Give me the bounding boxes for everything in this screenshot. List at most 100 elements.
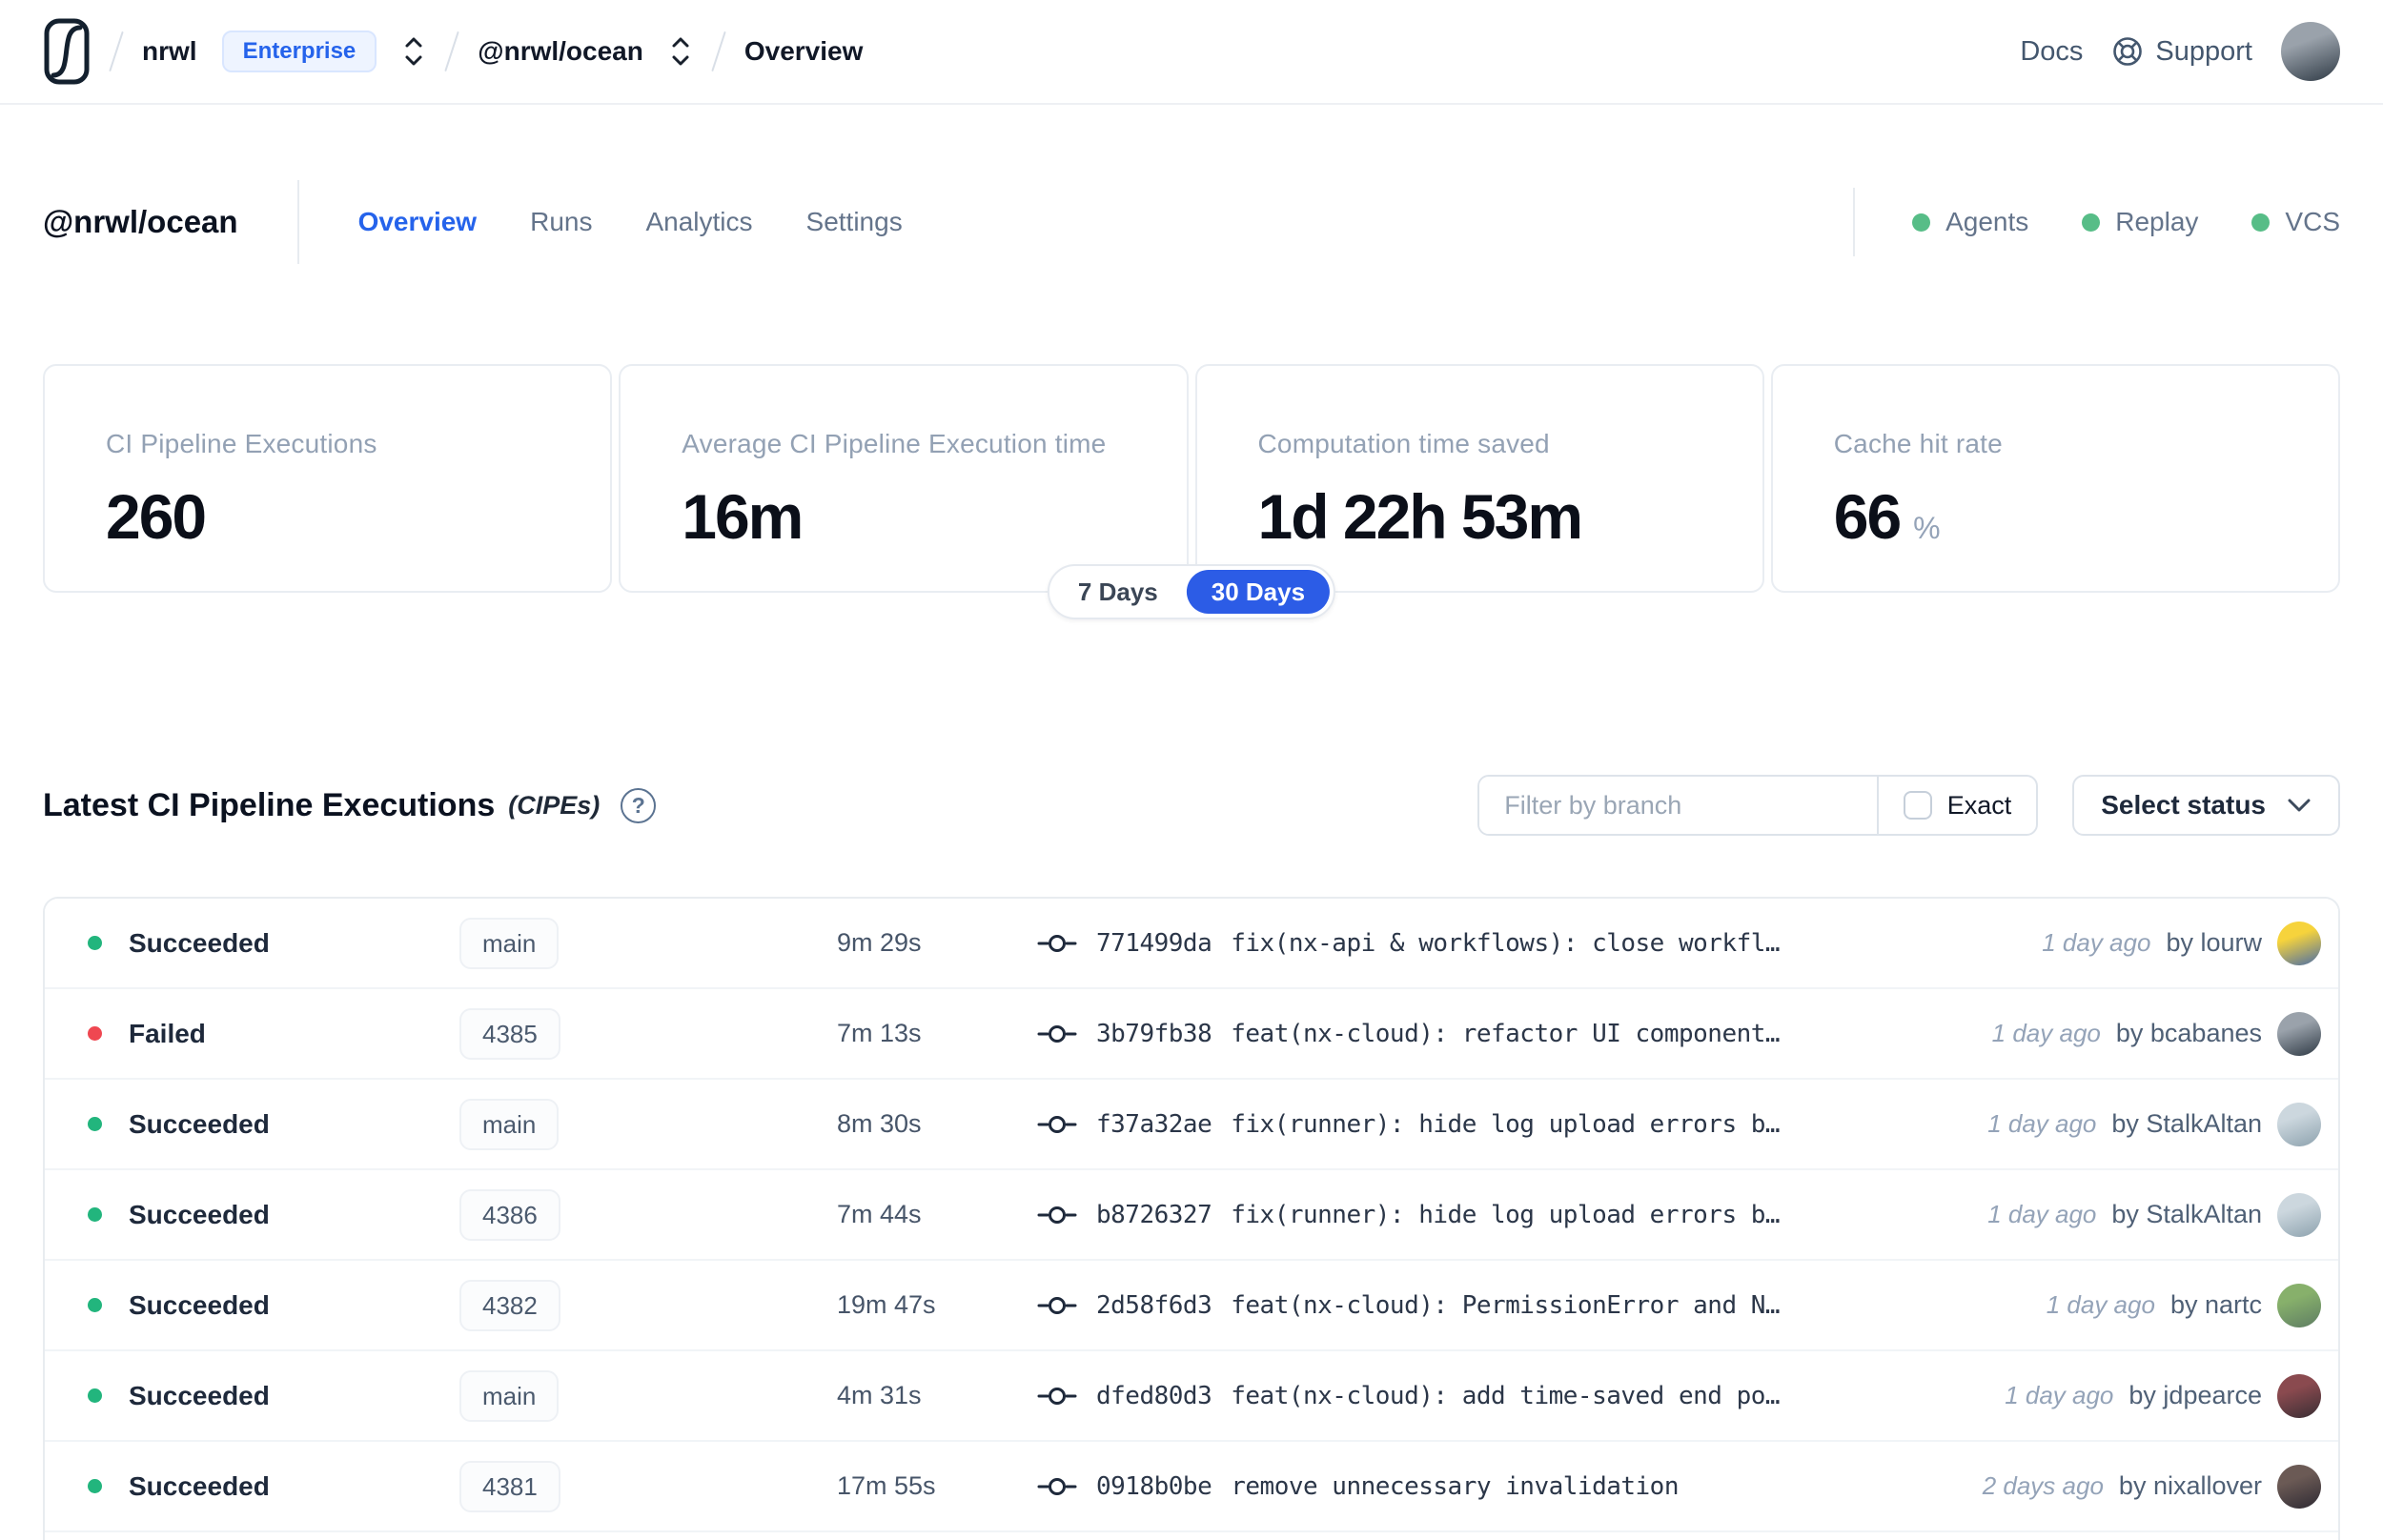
workspace-tabs: Overview Runs Analytics Settings (358, 207, 903, 237)
commit-hash: b8726327 (1096, 1200, 1212, 1229)
branch-filter-group: Exact (1477, 775, 2039, 836)
range-option[interactable]: 30 Days (1186, 569, 1331, 615)
cipe-row[interactable]: Succeeded main 8m 30s f37a32ae fix(runne… (45, 1080, 2338, 1170)
duration-cell: 8m 30s (837, 1109, 922, 1138)
tab[interactable]: Analytics (645, 207, 752, 237)
exact-filter: Exact (1876, 777, 2037, 834)
user-avatar[interactable] (2281, 22, 2340, 81)
docs-link[interactable]: Docs (2020, 36, 2083, 68)
commit-cell: 0918b0be remove unnecessary invalidation (1037, 1472, 1983, 1501)
chevron-up-down-icon (668, 34, 693, 69)
time-ago: 1 day ago (2005, 1381, 2114, 1409)
workspace-title: @nrwl/ocean (43, 204, 238, 239)
meta-cell: 1 day ago by StalkAltan (1987, 1102, 2321, 1146)
branch-cell: main (459, 1098, 837, 1150)
duration-cell: 4m 31s (837, 1381, 922, 1409)
git-commit-icon (1037, 1022, 1077, 1046)
status-text: Succeeded (129, 1380, 270, 1410)
workspace-header: @nrwl/ocean Overview Runs Analytics Setting… (43, 176, 2340, 268)
indicator-replay[interactable]: Replay (2082, 207, 2198, 237)
stat-label: Computation time saved (1257, 429, 1550, 458)
indicator-vcs[interactable]: VCS (2251, 207, 2340, 237)
time-ago: 1 day ago (1991, 1019, 2101, 1047)
cipe-row[interactable]: Succeeded 4386 7m 44s b8726327 fix(runne… (45, 1170, 2338, 1261)
author: by lourw (2166, 928, 2262, 957)
help-icon[interactable]: ? (621, 787, 657, 823)
author: by StalkAltan (2111, 1109, 2262, 1138)
cipe-row[interactable]: Succeeded main 4m 31s dfed80d3 feat(nx-c… (45, 1351, 2338, 1442)
status-text: Failed (129, 1018, 206, 1048)
meta-cell: 1 day ago by lourw (2042, 921, 2321, 965)
stat-number: 66 (1833, 481, 1902, 552)
meta-cell: 1 day ago by StalkAltan (1987, 1192, 2321, 1237)
stat-suffix: % (1913, 511, 1941, 545)
topbar-actions: Docs Support (2020, 22, 2340, 81)
indicator-label: VCS (2285, 207, 2340, 236)
support-link[interactable]: Support (2111, 35, 2252, 68)
commit-cell: dfed80d3 feat(nx-cloud): add time-saved … (1037, 1382, 2005, 1410)
stats-cards: CI Pipeline Executions 260 Average CI Pi… (43, 364, 2340, 593)
exact-checkbox[interactable] (1903, 791, 1932, 820)
tab[interactable]: Runs (530, 207, 592, 237)
author-avatar (2277, 1373, 2321, 1418)
duration-cell: 7m 13s (837, 1019, 922, 1047)
author: by jdpearce (2128, 1381, 2262, 1409)
status-cell: Succeeded (88, 1109, 459, 1140)
commit-hash: 3b79fb38 (1096, 1019, 1212, 1048)
org-selector[interactable] (401, 34, 426, 69)
commit-hash: f37a32ae (1096, 1109, 1212, 1139)
cipe-row[interactable]: Succeeded main 9m 29s 771499da fix(nx-ap… (45, 899, 2338, 989)
status-cell: Succeeded (88, 1381, 459, 1411)
green-status-dot (2251, 213, 2271, 232)
stat-label: CI Pipeline Executions (106, 429, 377, 458)
workspace-selector[interactable] (668, 34, 693, 69)
time-ago: 1 day ago (2046, 1290, 2155, 1319)
cipe-row[interactable]: Failed 4385 7m 13s 3b79fb38 feat(nx-clou… (45, 989, 2338, 1080)
time-ago: 1 day ago (2042, 928, 2151, 957)
branch-badge: main (459, 917, 560, 969)
exact-label: Exact (1946, 790, 2012, 820)
branch-badge: 4382 (459, 1279, 560, 1331)
author-avatar (2277, 1464, 2321, 1509)
tab[interactable]: Settings (806, 207, 903, 237)
status-text: Succeeded (129, 1470, 270, 1501)
stat-value: 16m (682, 480, 1186, 553)
branch-filter-input[interactable] (1479, 777, 1877, 834)
time-ago: 1 day ago (1987, 1109, 2097, 1138)
tab[interactable]: Overview (358, 207, 478, 237)
meta-cell: 1 day ago by bcabanes (1991, 1011, 2321, 1056)
top-navigation-bar: nrwl Enterprise @nrwl/ocean Overview Doc… (0, 0, 2383, 105)
time-ago: 1 day ago (1987, 1200, 2097, 1228)
lifebuoy-icon (2111, 35, 2144, 68)
chevron-down-icon (2287, 797, 2312, 814)
divider (296, 180, 299, 264)
status-select-button[interactable]: Select status (2072, 775, 2340, 836)
status-select-label: Select status (2101, 790, 2266, 820)
status-dot (88, 1479, 102, 1493)
status-dot (88, 1298, 102, 1312)
git-commit-icon (1037, 1112, 1077, 1137)
green-status-dot (1912, 213, 1931, 232)
branch-cell: 4386 (459, 1188, 837, 1241)
stat-number: 16m (682, 481, 804, 552)
commit-cell: 3b79fb38 feat(nx-cloud): refactor UI com… (1037, 1020, 1992, 1048)
author-avatar (2277, 1011, 2321, 1056)
status-dot (88, 1388, 102, 1403)
stat-label: Cache hit rate (1833, 429, 2003, 458)
author: by nixallover (2118, 1471, 2262, 1500)
nx-cloud-logo[interactable] (43, 17, 91, 86)
git-commit-icon (1037, 931, 1077, 956)
git-commit-icon (1037, 1203, 1077, 1227)
divider (1853, 188, 1856, 256)
cipe-row[interactable]: Succeeded 4381 17m 55s 0918b0be remove u… (45, 1442, 2338, 1532)
stat-number: 1d 22h 53m (1257, 481, 1584, 552)
cipe-row[interactable]: Succeeded 4382 19m 47s 2d58f6d3 feat(nx-… (45, 1261, 2338, 1351)
range-option[interactable]: 7 Days (1053, 570, 1183, 615)
branch-badge: main (459, 1098, 560, 1150)
cipe-table: Succeeded main 9m 29s 771499da fix(nx-ap… (43, 897, 2340, 1540)
status-text: Succeeded (129, 927, 270, 958)
commit-message: fix(runner): hide log upload errors b… (1231, 1200, 1781, 1229)
cipe-section-header: Latest CI Pipeline Executions (CIPEs) ? … (43, 772, 2340, 839)
stat-label: Average CI Pipeline Execution time (682, 429, 1107, 458)
indicator-agents[interactable]: Agents (1912, 207, 2028, 237)
